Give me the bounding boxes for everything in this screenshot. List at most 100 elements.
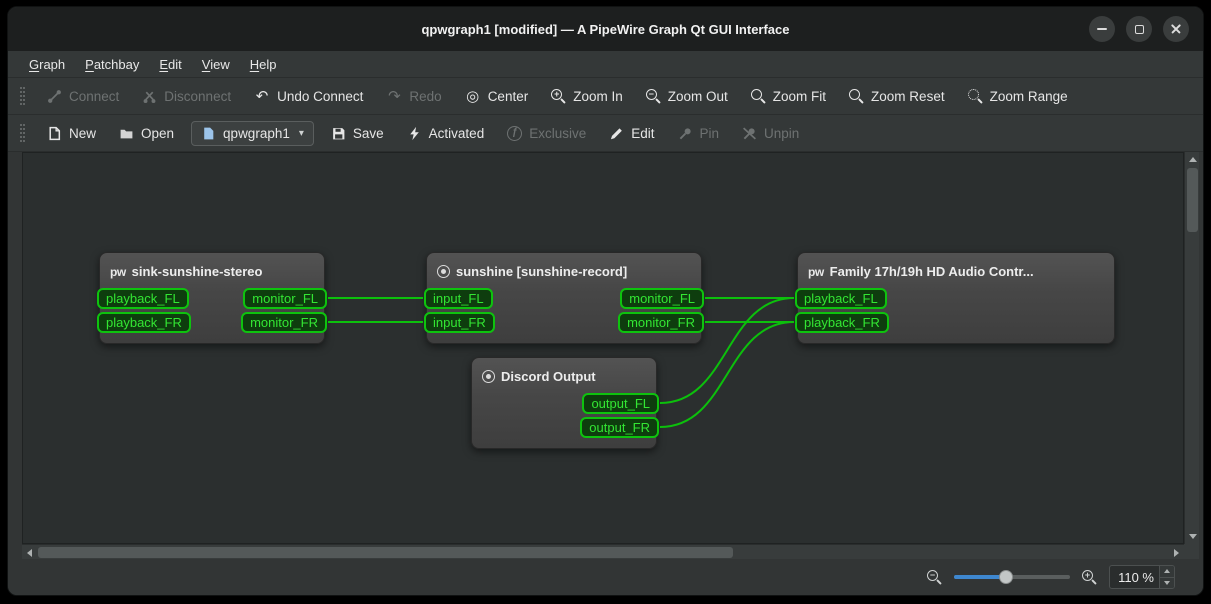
port-row: playback_FR monitor_FR <box>97 312 327 333</box>
port-monitor-fl[interactable]: monitor_FL <box>243 288 327 309</box>
menu-label: P <box>85 57 94 72</box>
port-monitor-fr[interactable]: monitor_FR <box>241 312 327 333</box>
menu-label: raph <box>39 57 65 72</box>
patchbay-select[interactable]: qpwgraph1 ▾ <box>191 121 314 146</box>
patchbay-select-value: qpwgraph1 <box>223 126 290 141</box>
new-file-icon <box>47 126 62 141</box>
port-row: input_FL monitor_FL <box>424 288 704 309</box>
menu-help[interactable]: Help <box>241 54 286 75</box>
pipewire-icon: pw <box>110 266 126 278</box>
record-icon <box>482 370 495 383</box>
node-sink-sunshine-stereo[interactable]: pw sink-sunshine-stereo playback_FL moni… <box>99 252 325 344</box>
zoom-in-icon: + <box>551 89 566 104</box>
port-row: playback_FL monitor_FL <box>97 288 327 309</box>
open-button[interactable]: Open <box>109 121 184 146</box>
port-input-fl[interactable]: input_FL <box>424 288 493 309</box>
horizontal-scrollbar[interactable] <box>22 544 1184 559</box>
close-button[interactable] <box>1163 16 1189 42</box>
port-output-fl[interactable]: output_FL <box>582 393 659 414</box>
menu-edit[interactable]: Edit <box>150 54 190 75</box>
save-icon <box>331 126 346 141</box>
menu-view[interactable]: View <box>193 54 239 75</box>
zoom-in-icon[interactable]: + <box>1082 570 1097 585</box>
zoom-reset-icon <box>849 89 864 104</box>
connect-button[interactable]: Connect <box>37 84 129 109</box>
vertical-scrollbar-thumb[interactable] <box>1187 168 1198 232</box>
zoom-spinbox[interactable]: 110 % <box>1109 565 1175 589</box>
zoom-out-button[interactable]: − Zoom Out <box>636 84 738 109</box>
scroll-left-button[interactable] <box>22 545 37 560</box>
center-icon: ◎ <box>465 89 481 104</box>
zoom-fit-icon <box>751 89 766 104</box>
port-row: output_FL <box>469 393 659 414</box>
node-header: Discord Output <box>472 358 656 393</box>
edit-toggle[interactable]: Edit <box>599 121 664 146</box>
node-header: sunshine [sunshine-record] <box>427 253 701 288</box>
button-label: Zoom In <box>573 89 623 104</box>
zoom-reset-button[interactable]: Zoom Reset <box>839 84 955 109</box>
titlebar[interactable]: qpwgraph1 [modified] — A PipeWire Graph … <box>8 7 1203 51</box>
button-label: Redo <box>409 89 441 104</box>
port-row: playback_FL <box>795 288 1117 309</box>
button-label: Zoom Fit <box>773 89 826 104</box>
spin-up-button[interactable] <box>1160 566 1174 578</box>
open-folder-icon <box>119 126 134 141</box>
undo-connect-button[interactable]: ↶ Undo Connect <box>244 84 373 109</box>
redo-button[interactable]: ↷ Redo <box>376 84 451 109</box>
port-playback-fl[interactable]: playback_FL <box>795 288 887 309</box>
connections-layer <box>23 153 1183 543</box>
zoom-range-button[interactable]: Zoom Range <box>958 84 1078 109</box>
node-discord-output[interactable]: Discord Output output_FL output_FR <box>471 357 657 449</box>
menu-graph[interactable]: Graph <box>20 54 74 75</box>
toolbar-drag-handle[interactable] <box>20 87 25 105</box>
zoom-slider-handle[interactable] <box>999 570 1013 584</box>
zoom-value: 110 % <box>1110 570 1159 585</box>
node-title: sunshine [sunshine-record] <box>456 264 627 279</box>
port-playback-fl[interactable]: playback_FL <box>97 288 189 309</box>
menu-label: V <box>202 57 210 72</box>
port-playback-fr[interactable]: playback_FR <box>97 312 191 333</box>
unpin-button[interactable]: Unpin <box>732 121 809 146</box>
port-output-fr[interactable]: output_FR <box>580 417 659 438</box>
disconnect-button[interactable]: Disconnect <box>132 84 241 109</box>
zoom-fit-button[interactable]: Zoom Fit <box>741 84 836 109</box>
port-monitor-fl[interactable]: monitor_FL <box>620 288 704 309</box>
menu-patchbay[interactable]: Patchbay <box>76 54 148 75</box>
activated-toggle[interactable]: Activated <box>397 121 495 146</box>
port-input-fr[interactable]: input_FR <box>424 312 495 333</box>
graph-toolbar: Connect Disconnect ↶ Undo Connect ↷ Redo… <box>8 78 1203 115</box>
node-title: Discord Output <box>501 369 596 384</box>
spin-down-button[interactable] <box>1160 578 1174 589</box>
spin-buttons <box>1159 566 1174 588</box>
horizontal-scrollbar-thumb[interactable] <box>38 547 733 558</box>
zoom-range-icon <box>968 89 983 104</box>
scroll-up-button[interactable] <box>1185 152 1200 167</box>
button-label: Connect <box>69 89 119 104</box>
node-title: Family 17h/19h HD Audio Contr... <box>830 264 1034 279</box>
center-button[interactable]: ◎ Center <box>455 84 539 109</box>
unpin-icon <box>742 126 757 141</box>
scroll-down-button[interactable] <box>1185 529 1200 544</box>
vertical-scrollbar[interactable] <box>1184 152 1199 544</box>
scroll-right-button[interactable] <box>1169 545 1184 560</box>
toolbar-drag-handle[interactable] <box>20 124 25 142</box>
save-button[interactable]: Save <box>321 121 394 146</box>
port-playback-fr[interactable]: playback_FR <box>795 312 889 333</box>
minimize-button[interactable] <box>1089 16 1115 42</box>
graph-area: pw sink-sunshine-stereo playback_FL moni… <box>8 152 1203 559</box>
zoom-out-icon[interactable]: − <box>927 570 942 585</box>
graph-canvas[interactable]: pw sink-sunshine-stereo playback_FL moni… <box>22 152 1184 544</box>
node-family-hd-audio[interactable]: pw Family 17h/19h HD Audio Contr... play… <box>797 252 1115 344</box>
pin-button[interactable]: Pin <box>668 121 730 146</box>
exclusive-toggle[interactable]: ƒ Exclusive <box>497 121 596 146</box>
zoom-slider[interactable] <box>954 569 1070 585</box>
undo-icon: ↶ <box>254 89 270 104</box>
button-label: Open <box>141 126 174 141</box>
node-sunshine-record[interactable]: sunshine [sunshine-record] input_FL moni… <box>426 252 702 344</box>
maximize-button[interactable] <box>1126 16 1152 42</box>
zoom-in-button[interactable]: + Zoom In <box>541 84 633 109</box>
statusbar: − + 110 % <box>8 559 1203 595</box>
port-row: playback_FR <box>795 312 1117 333</box>
new-button[interactable]: New <box>37 121 106 146</box>
port-monitor-fr[interactable]: monitor_FR <box>618 312 704 333</box>
